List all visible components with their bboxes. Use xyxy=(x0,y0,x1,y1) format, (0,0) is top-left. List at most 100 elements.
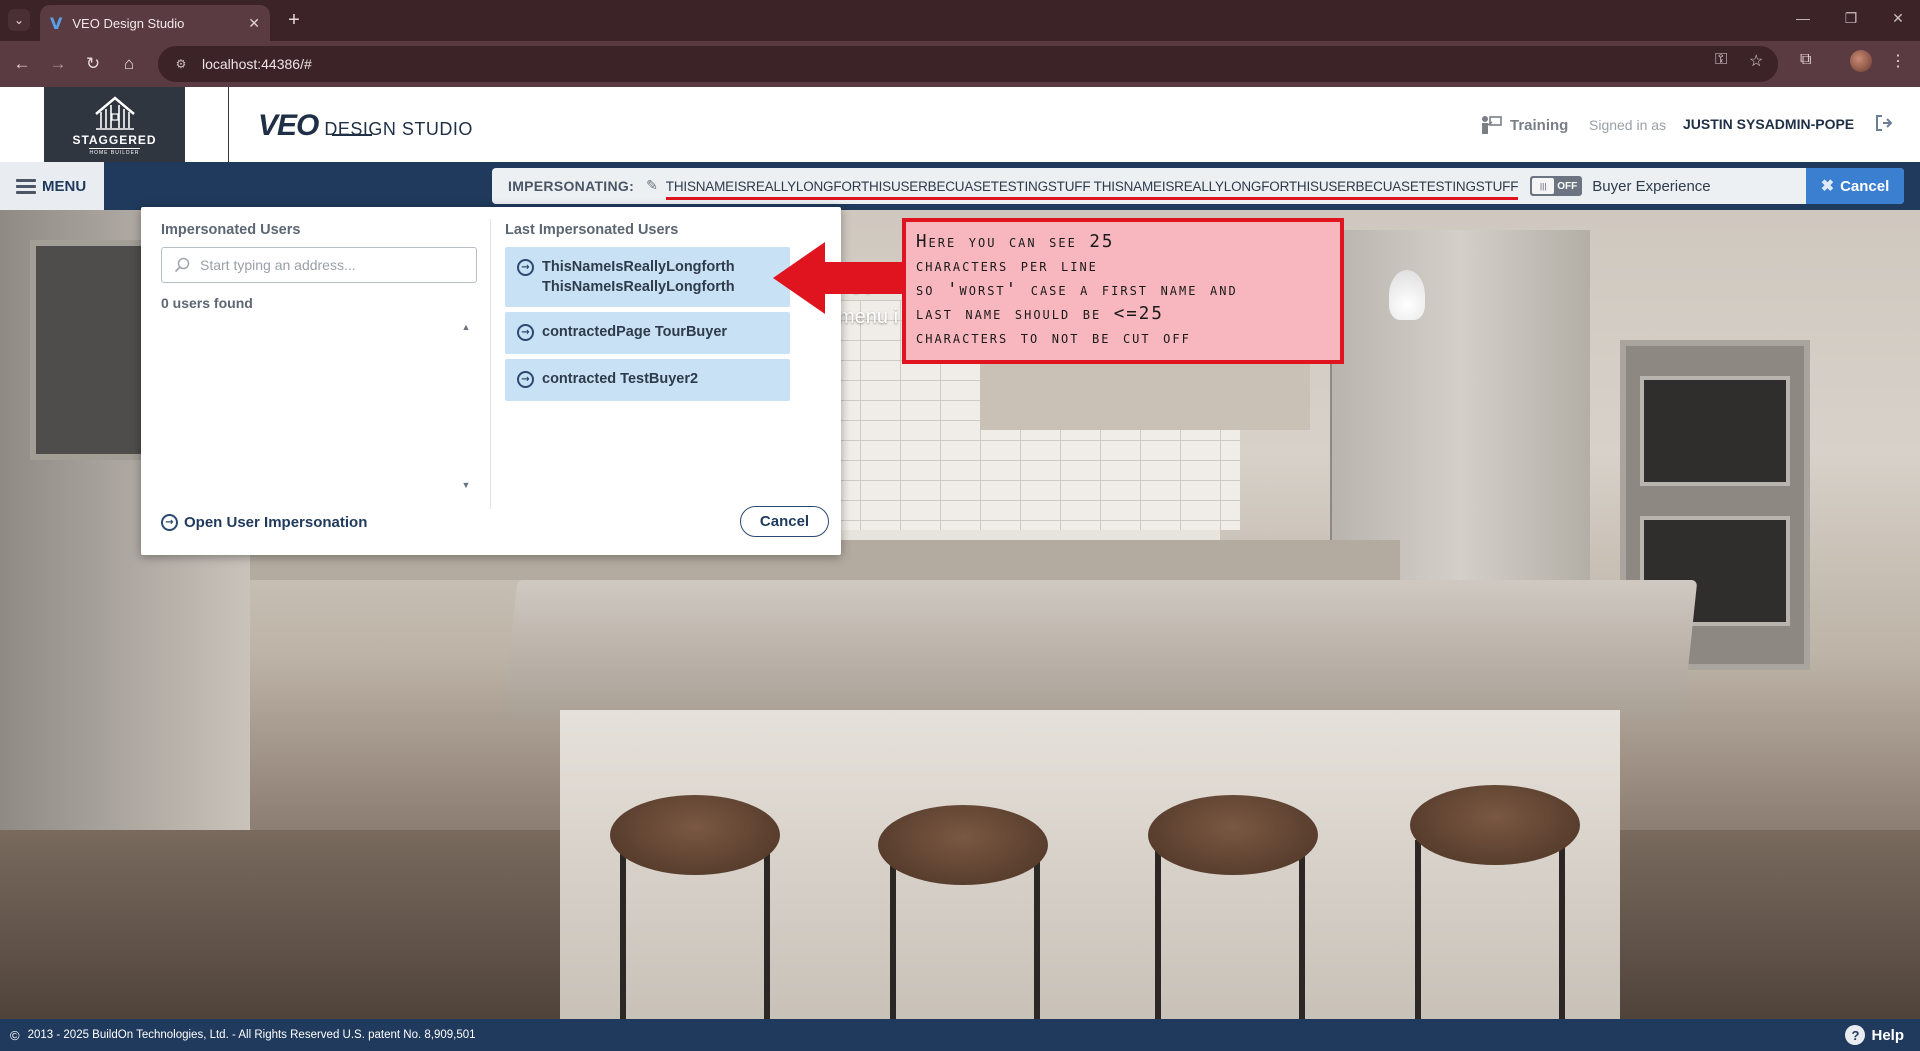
password-key-icon[interactable]: ⚿ xyxy=(1715,51,1727,69)
signed-in-label: Signed in as xyxy=(1589,117,1667,133)
minimize-icon[interactable]: — xyxy=(1793,10,1813,26)
impersonation-dropdown-panel: Impersonated Users 0 users found ▲ ▼ → O… xyxy=(141,207,841,555)
browser-toolbar: ← → ↻ ⌂ ⚙ localhost:44386/# ⚿ ☆ ⧉ xyxy=(0,41,1920,87)
back-icon[interactable]: ← xyxy=(11,53,33,75)
annotation-red-arrow-icon xyxy=(773,242,905,314)
tab-title: VEO Design Studio xyxy=(72,15,185,31)
veo-mark: VEO xyxy=(258,109,319,142)
open-user-impersonation-link[interactable]: → Open User Impersonation xyxy=(161,514,367,531)
hero-stool-seat xyxy=(1410,785,1580,865)
copyright-text: 2013 - 2025 BuildOn Technologies, Ltd. -… xyxy=(27,1029,476,1041)
new-tab-button[interactable]: + xyxy=(282,8,306,32)
last-user-names: ThisNameIsReallyLongforth ThisNameIsReal… xyxy=(542,257,735,297)
users-found-count: 0 users found xyxy=(161,295,253,311)
help-question-icon: ? xyxy=(1845,1025,1866,1045)
search-icon xyxy=(174,257,190,273)
annotation-line: characters per line xyxy=(916,256,1098,276)
last-user-item[interactable]: → ThisNameIsReallyLongforth ThisNameIsRe… xyxy=(505,247,790,307)
last-user-item[interactable]: → contracted TestBuyer2 xyxy=(505,359,790,401)
veo-design-studio-logo[interactable]: VEO DESIGN STUDIO xyxy=(258,109,473,143)
cancel-label: Cancel xyxy=(1840,177,1890,195)
open-impersonation-label: Open User Impersonation xyxy=(184,514,368,531)
address-bar[interactable]: ⚙ localhost:44386/# xyxy=(158,46,1778,82)
hero-stool-seat xyxy=(878,805,1048,885)
impersonation-bar: IMPERSONATING: ✎ THISNAMEISREALLYLONGFOR… xyxy=(492,168,1904,204)
hero-left-oven xyxy=(30,240,150,460)
main-navbar: MENU IMPERSONATING: ✎ THISNAMEISREALLYLO… xyxy=(0,162,1920,210)
hero-stool-seat xyxy=(1148,795,1318,875)
browser-tab-bar: ⌄ V VEO Design Studio ✕ + — ❐ ✕ xyxy=(0,0,1920,41)
last-user-names: contractedPage TourBuyer xyxy=(542,322,727,342)
impersonated-users-title: Impersonated Users xyxy=(161,222,301,238)
home-icon[interactable]: ⌂ xyxy=(118,53,140,75)
circle-arrow-icon: → xyxy=(517,371,534,388)
impersonating-label: IMPERSONATING: xyxy=(508,178,635,194)
circle-arrow-icon: → xyxy=(517,324,534,341)
signed-in-username[interactable]: JUSTIN SYSADMIN-POPE xyxy=(1683,116,1854,132)
builder-logo[interactable]: STAGGERED HOME BUILDER xyxy=(44,87,185,162)
hero-island-countertop xyxy=(502,580,1698,720)
extensions-icon[interactable]: ⧉ xyxy=(1800,51,1811,69)
buyer-experience-label: Buyer Experience xyxy=(1592,177,1711,195)
tab-close-icon[interactable]: ✕ xyxy=(248,15,260,32)
last-user-line: contracted TestBuyer2 xyxy=(542,371,699,387)
panel-column-divider xyxy=(490,219,491,509)
copyright-icon: © xyxy=(10,1027,20,1043)
annotation-callout: Here you can see 25 characters per line … xyxy=(902,218,1344,364)
menu-label: MENU xyxy=(42,177,87,195)
panel-cancel-button[interactable]: Cancel xyxy=(740,506,829,537)
circle-arrow-icon: → xyxy=(161,514,178,531)
annotation-line: Here you can see 25 xyxy=(916,232,1115,252)
browser-menu-icon[interactable]: ⋮ xyxy=(1890,51,1906,71)
training-label: Training xyxy=(1510,116,1569,134)
buyer-experience-toggle[interactable]: ||| OFF xyxy=(1530,176,1583,196)
impersonated-user-name-text: THISNAMEISREALLYLONGFORTHISUSERBECUASETE… xyxy=(665,178,1519,194)
menu-button[interactable]: MENU xyxy=(0,162,104,210)
close-x-icon: ✖ xyxy=(1820,178,1835,195)
address-search-field[interactable] xyxy=(161,247,477,283)
oven-door-top xyxy=(1640,376,1790,486)
annotation-line: so 'worst' case a first name and xyxy=(916,280,1238,300)
tab-favicon: V xyxy=(50,13,63,33)
hero-stool-legs xyxy=(1155,850,1305,1019)
training-link[interactable]: Training xyxy=(1480,115,1568,135)
page-footer: © 2013 - 2025 BuildOn Technologies, Ltd.… xyxy=(0,1019,1920,1051)
tab-list-chevron-icon[interactable]: ⌄ xyxy=(8,9,30,31)
forward-icon[interactable]: → xyxy=(47,53,69,75)
search-input[interactable] xyxy=(200,257,460,273)
training-presenter-icon xyxy=(1482,116,1502,134)
edit-pencil-icon[interactable]: ✎ xyxy=(646,178,658,194)
cancel-impersonation-button[interactable]: ✖ Cancel xyxy=(1806,168,1904,204)
last-user-line: ThisNameIsReallyLongforth xyxy=(542,279,735,295)
scroll-up-arrow-icon[interactable]: ▲ xyxy=(459,321,473,333)
logo-subtitle: HOME BUILDER xyxy=(89,147,140,156)
last-user-line: contractedPage TourBuyer xyxy=(542,324,728,340)
toggle-knob-icon: ||| xyxy=(1532,178,1555,194)
help-button[interactable]: ? Help xyxy=(1845,1025,1904,1045)
hamburger-icon xyxy=(16,176,36,197)
bookmark-star-icon[interactable]: ☆ xyxy=(1749,51,1763,71)
logo-name: STAGGERED xyxy=(72,132,157,147)
restore-icon[interactable]: ❐ xyxy=(1841,10,1861,27)
annotation-line: last name should be <=25 xyxy=(916,304,1164,324)
last-impersonated-title: Last Impersonated Users xyxy=(505,222,679,238)
hero-pendant-light xyxy=(1389,270,1425,320)
last-user-names: contracted TestBuyer2 xyxy=(542,369,698,389)
app-header: STAGGERED HOME BUILDER VEO DESIGN STUDIO… xyxy=(0,87,1920,162)
reload-icon[interactable]: ↻ xyxy=(82,53,104,75)
scroll-down-arrow-icon[interactable]: ▼ xyxy=(459,479,473,491)
logout-icon[interactable] xyxy=(1874,113,1894,133)
site-info-icon[interactable]: ⚙ xyxy=(172,55,190,73)
hero-stool-seat xyxy=(610,795,780,875)
hero-stool-legs xyxy=(620,850,770,1019)
last-user-item[interactable]: → contractedPage TourBuyer xyxy=(505,312,790,354)
last-user-line: ThisNameIsReallyLongforth xyxy=(542,259,735,275)
browser-tab[interactable]: V VEO Design Studio ✕ xyxy=(40,5,270,41)
profile-avatar[interactable] xyxy=(1850,50,1872,72)
results-scrollbar[interactable]: ▲ ▼ xyxy=(459,321,473,491)
impersonated-user-name[interactable]: THISNAMEISREALLYLONGFORTHISUSERBECUASETE… xyxy=(665,178,1519,200)
veo-underline xyxy=(332,134,372,136)
url-text: localhost:44386/# xyxy=(202,56,312,72)
toggle-state: OFF xyxy=(1557,180,1578,192)
window-close-icon[interactable]: ✕ xyxy=(1888,10,1908,27)
